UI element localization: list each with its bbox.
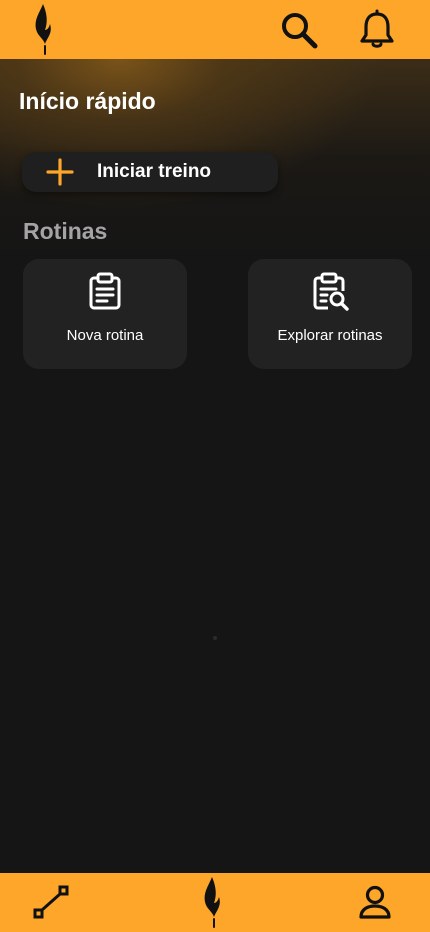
explore-routines-card[interactable]: Explorar rotinas: [248, 259, 412, 369]
explore-routines-label: Explorar rotinas: [277, 327, 383, 344]
route-icon[interactable]: [32, 883, 72, 923]
plus-icon: [46, 158, 74, 186]
quick-start-title: Início rápido: [19, 88, 156, 114]
clipboard-icon: [89, 272, 121, 310]
profile-icon[interactable]: [355, 883, 395, 923]
clipboard-search-icon: [313, 272, 349, 311]
app-screen: Início rápido Iniciar treino Rotinas Nov…: [0, 0, 430, 932]
bell-icon[interactable]: [356, 9, 398, 51]
start-workout-button[interactable]: Iniciar treino: [22, 152, 278, 192]
routines-title: Rotinas: [23, 218, 108, 244]
new-routine-label: Nova rotina: [66, 327, 144, 344]
top-bar: [0, 0, 430, 59]
page-indicator-dot: [213, 636, 217, 640]
bottom-nav: [0, 873, 430, 932]
flame-logo-icon[interactable]: [30, 2, 60, 56]
flame-logo-icon[interactable]: [199, 875, 229, 929]
new-routine-card[interactable]: Nova rotina: [23, 259, 187, 369]
start-workout-label: Iniciar treino: [97, 161, 212, 182]
search-icon[interactable]: [278, 9, 320, 51]
